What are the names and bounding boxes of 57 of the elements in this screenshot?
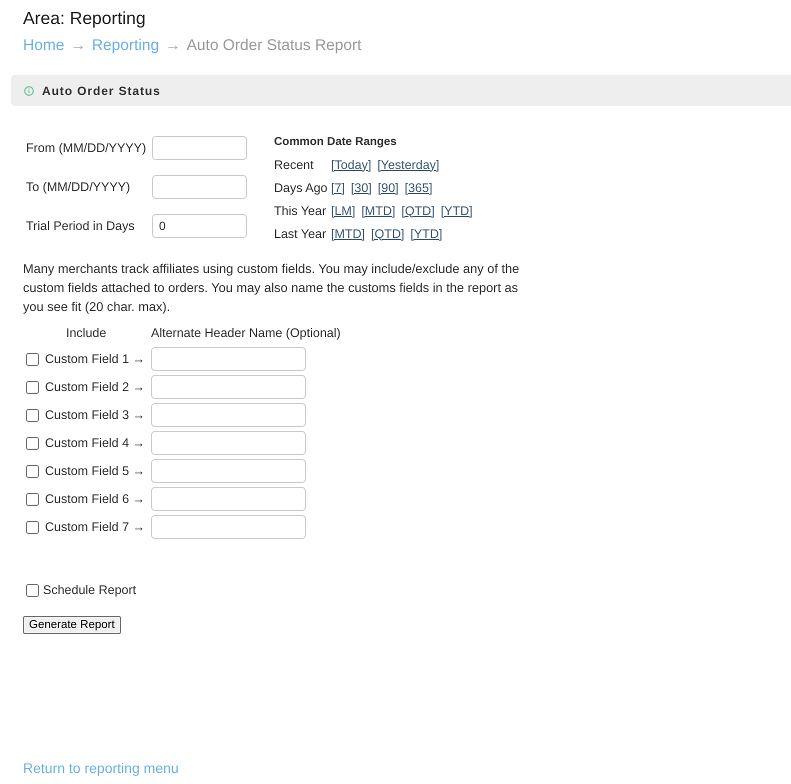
custom-field-label: Custom Field 5 → xyxy=(45,464,146,478)
range-label: This Year xyxy=(274,204,328,218)
input-field[interactable] xyxy=(152,136,247,160)
date-ranges-title: Common Date Ranges xyxy=(274,135,397,149)
info-icon xyxy=(24,86,34,96)
checkbox[interactable] xyxy=(26,520,39,534)
checkbox[interactable] xyxy=(26,408,39,422)
input-field[interactable]: 0 xyxy=(152,214,247,238)
field-label: To (MM/DD/YYYY) xyxy=(26,180,132,194)
column-header: Include xyxy=(66,325,106,341)
checkbox[interactable] xyxy=(26,492,39,506)
date-range-link[interactable]: [LM] xyxy=(331,204,356,218)
custom-field-label: Custom Field 7 → xyxy=(45,520,146,534)
header-name-input[interactable] xyxy=(151,487,306,511)
input-field[interactable] xyxy=(152,175,247,199)
date-range-link[interactable]: [MTD] xyxy=(361,204,396,218)
range-label: Days Ago xyxy=(274,180,329,194)
header-name-input[interactable] xyxy=(151,347,306,371)
custom-field-label: Custom Field 3 → xyxy=(45,408,146,422)
header-name-input[interactable] xyxy=(151,431,306,455)
custom-field-label: Custom Field 4 → xyxy=(45,436,146,450)
field-label: From (MM/DD/YYYY) xyxy=(26,141,148,155)
breadcrumb-current: Auto Order Status Report xyxy=(186,36,362,55)
date-range-link[interactable]: [Today] xyxy=(331,158,372,172)
date-range-link[interactable]: [Yesterday] xyxy=(377,158,440,172)
date-range-link[interactable]: [7] xyxy=(331,180,345,194)
date-range-link[interactable]: [YTD] xyxy=(440,204,473,218)
date-range-link[interactable]: [30] xyxy=(350,180,372,194)
checkbox[interactable] xyxy=(26,352,39,366)
breadcrumb-separator: → xyxy=(165,36,181,55)
date-range-link[interactable]: [QTD] xyxy=(401,204,435,218)
generate-report-button[interactable]: Generate Report xyxy=(23,616,121,634)
field-label: Trial Period in Days xyxy=(26,219,136,233)
header-name-input[interactable] xyxy=(151,403,306,427)
date-range-link[interactable]: [MTD] xyxy=(331,226,366,240)
header-name-input[interactable] xyxy=(151,459,306,483)
header-name-input[interactable] xyxy=(151,375,306,399)
range-label: Last Year xyxy=(274,226,328,240)
date-range-link[interactable]: [YTD] xyxy=(410,226,442,240)
header-name-input[interactable] xyxy=(151,515,306,539)
custom-field-label: Custom Field 6 → xyxy=(45,492,146,506)
page-title: Area: Reporting xyxy=(23,7,146,29)
description-text: Many merchants track affiliates using custom fields. You may include/exclude any of the custom fields attached to orders. You may also name the customs fields in the report as you see fit (20 char. max). xyxy=(23,260,520,316)
date-range-link[interactable]: [365] xyxy=(404,180,432,194)
panel-title: Auto Order Status xyxy=(42,84,161,98)
checkbox[interactable] xyxy=(26,380,39,394)
custom-field-label: Custom Field 2 → xyxy=(45,380,146,394)
checkbox[interactable] xyxy=(26,436,39,450)
date-range-link[interactable]: [90] xyxy=(378,180,399,194)
schedule-label: Schedule Report xyxy=(43,583,136,597)
checkbox[interactable] xyxy=(26,584,39,596)
column-header: Alternate Header Name (Optional) xyxy=(151,325,341,341)
date-range-link[interactable]: [QTD] xyxy=(371,226,404,240)
checkbox[interactable] xyxy=(26,464,39,478)
range-label: Recent xyxy=(274,158,315,172)
breadcrumb-separator: → xyxy=(70,36,86,55)
custom-field-label: Custom Field 1 → xyxy=(45,352,146,366)
